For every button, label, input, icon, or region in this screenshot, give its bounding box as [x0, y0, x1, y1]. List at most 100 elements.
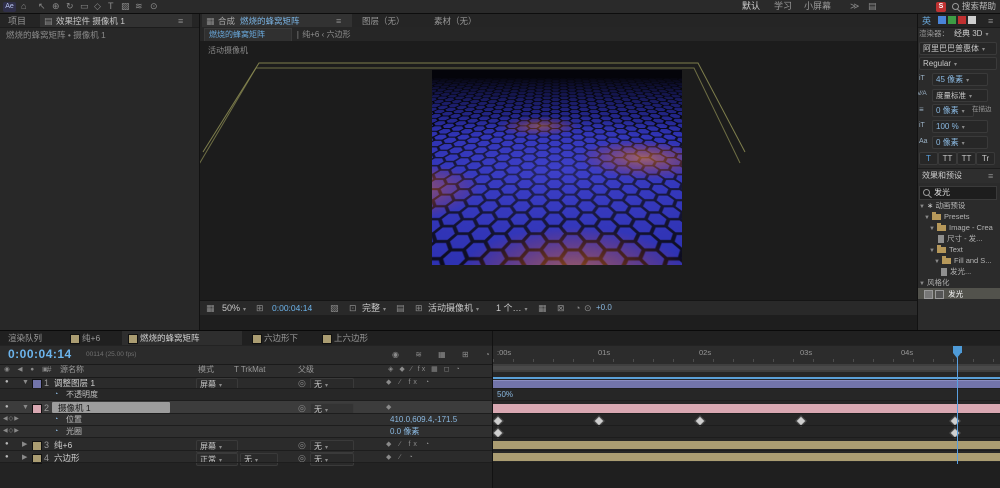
- aperture-stopwatch-icon[interactable]: ◔: [54, 428, 58, 435]
- all-caps-button[interactable]: TT: [957, 152, 976, 165]
- faux-bold-button[interactable]: T: [919, 152, 938, 165]
- font-size-dropdown[interactable]: 45 像素: [932, 73, 988, 86]
- tree-item-size-glow-preset[interactable]: 尺寸 - 发...: [938, 235, 982, 243]
- layer4-mode-dropdown[interactable]: 正常: [196, 453, 238, 466]
- stock-badge[interactable]: S: [936, 2, 946, 12]
- right-panel-menu-icon[interactable]: ≡: [988, 17, 993, 26]
- tab-render-queue[interactable]: 渲染队列: [8, 334, 42, 343]
- col-trkmat[interactable]: T TrkMat: [234, 366, 265, 374]
- opacity-property-name[interactable]: 不透明度: [66, 391, 98, 399]
- tab-layer[interactable]: 图层（无）: [362, 17, 405, 26]
- layer4-parent-dropdown[interactable]: 无: [310, 453, 354, 466]
- aperture-value[interactable]: 0.0 像素: [390, 428, 419, 436]
- layer1-switches[interactable]: ◆ ∕ fx ◔: [386, 379, 432, 386]
- camera-pickwhip-icon[interactable]: ◎: [298, 404, 306, 413]
- timeline-mini-buttons[interactable]: ◉ ≋ ▦ ⊞ ◔: [392, 351, 497, 359]
- aperture-property-name[interactable]: 光圈: [66, 428, 82, 436]
- playhead-handle[interactable]: [953, 346, 962, 353]
- expander-icon[interactable]: ▼: [919, 204, 925, 210]
- layer4-eye-icon[interactable]: ●: [5, 454, 9, 460]
- layer1-eye-icon[interactable]: ●: [5, 379, 9, 385]
- tree-item-animation-presets[interactable]: ▼ ∗ 动画预设: [919, 202, 965, 210]
- expander-icon[interactable]: ▼: [929, 248, 935, 254]
- timeline-ruler[interactable]: [493, 346, 1000, 365]
- layer3-parent-dropdown[interactable]: 无: [310, 440, 354, 453]
- renderer-dropdown[interactable]: 经典 3D: [954, 30, 988, 38]
- workspace-learn[interactable]: 学习: [774, 2, 792, 11]
- search-icon[interactable]: [952, 3, 959, 10]
- resolution-dropdown[interactable]: 完整: [362, 304, 386, 313]
- layer3-mode-dropdown[interactable]: 屏幕: [196, 440, 238, 453]
- tree-item-stylize-category[interactable]: ▼ 风格化: [919, 279, 950, 287]
- position-property-name[interactable]: 位置: [66, 416, 82, 424]
- composition-viewer[interactable]: 活动摄像机: [200, 41, 917, 300]
- search-help-label[interactable]: 搜索帮助: [962, 2, 996, 11]
- tab-solid-plus6[interactable]: 纯+6: [82, 334, 100, 343]
- expander-icon[interactable]: ▼: [919, 281, 925, 287]
- comp-current-time[interactable]: 0:00:04:14: [272, 304, 312, 313]
- pixel-aspect-icons[interactable]: ▦ ⊠ ◔: [538, 304, 584, 313]
- effects-panel-menu-icon[interactable]: ≡: [988, 172, 993, 181]
- camera-expander[interactable]: ▼: [22, 404, 29, 411]
- baseline-dropdown[interactable]: 0 像素: [932, 136, 988, 149]
- opacity-stopwatch-icon[interactable]: ◔: [54, 391, 58, 398]
- vertical-scale-dropdown[interactable]: 100 %: [932, 120, 988, 133]
- tab-project[interactable]: 项目: [8, 17, 26, 26]
- col-mode[interactable]: 模式: [198, 366, 214, 374]
- active-camera-dropdown[interactable]: 活动摄像机: [428, 304, 479, 313]
- aperture-kf-nav[interactable]: ◀◇▶: [3, 428, 20, 434]
- tree-item-image-creative[interactable]: ▼ Image - Crea: [929, 224, 993, 232]
- library-icon-red[interactable]: [958, 16, 966, 24]
- always-preview-icon[interactable]: ▦: [206, 304, 215, 313]
- puppet-tool-icon[interactable]: ⊙: [150, 2, 158, 11]
- tree-item-text[interactable]: ▼ Text: [929, 246, 963, 254]
- faux-italic-button[interactable]: TT: [938, 152, 957, 165]
- layer3-expander[interactable]: ▶: [22, 441, 27, 448]
- roi-transparency-icons[interactable]: ▤ ⊞: [396, 304, 427, 313]
- position-value[interactable]: 410.0,609.4,-171.5: [390, 416, 457, 424]
- workspace-overflow-icon[interactable]: ≫: [850, 2, 859, 11]
- breadcrumb-rest[interactable]: ∣ 纯+6 ‹ 六边形: [296, 31, 350, 39]
- panel-menu-icon[interactable]: ≡: [178, 17, 183, 26]
- list-track-divider[interactable]: [492, 331, 493, 488]
- current-timecode[interactable]: 0:00:04:14: [8, 348, 72, 360]
- expander-icon[interactable]: ▼: [934, 259, 940, 265]
- snapshot-icons[interactable]: ▧ ⊡: [330, 304, 361, 313]
- font-family-dropdown[interactable]: 阿里巴巴普惠体: [919, 42, 997, 55]
- layer3-name[interactable]: 纯+6: [54, 441, 72, 450]
- col-parent[interactable]: 父级: [298, 366, 314, 374]
- zoom-tool-icon[interactable]: ⊕: [52, 2, 60, 11]
- effects-search-input[interactable]: 发光: [934, 189, 950, 197]
- camera-duration-bar[interactable]: [493, 404, 1000, 413]
- roto-tool-icon[interactable]: ≋: [135, 2, 143, 11]
- camera-name[interactable]: 摄像机 1: [58, 404, 91, 413]
- shape-tool-icon[interactable]: ▭: [80, 2, 89, 11]
- exposure-icon[interactable]: ⊙: [584, 304, 592, 313]
- position-stopwatch-icon[interactable]: ◔: [54, 416, 58, 423]
- tree-item-fill-and-stroke[interactable]: ▼ Fill and S...: [934, 257, 992, 265]
- rotate-tool-icon[interactable]: ↻: [66, 2, 74, 11]
- col-source-name[interactable]: 源名称: [60, 366, 84, 374]
- grid-guides-icon[interactable]: ⊞: [256, 304, 264, 313]
- layer3-pickwhip-icon[interactable]: ◎: [298, 441, 306, 450]
- selection-tool-icon[interactable]: ↖: [38, 2, 46, 11]
- tree-item-presets[interactable]: ▼ Presets: [924, 213, 969, 221]
- library-icon-blue[interactable]: [938, 16, 946, 24]
- layer4-expander[interactable]: ▶: [22, 454, 27, 461]
- position-kf-nav[interactable]: ◀◇▶: [3, 416, 20, 422]
- kerning-dropdown[interactable]: 度量标准: [932, 89, 988, 102]
- playhead-line[interactable]: [957, 346, 958, 464]
- layer3-eye-icon[interactable]: ●: [5, 441, 9, 447]
- tab-hex-upper[interactable]: 上六边形: [334, 334, 368, 343]
- layer4-duration-bar[interactable]: [493, 453, 1000, 461]
- layer4-switches[interactable]: ◆ ∕ ◔: [386, 454, 416, 461]
- stroke-width-dropdown[interactable]: 0 像素: [932, 104, 974, 117]
- workspace-menu-icon[interactable]: ▤: [868, 2, 877, 11]
- camera-switches[interactable]: ◆: [386, 404, 391, 411]
- layer1-name[interactable]: 调整图层 1: [54, 379, 95, 388]
- tab-hex-lower[interactable]: 六边形下: [264, 334, 298, 343]
- camera-eye-icon[interactable]: ●: [5, 404, 9, 410]
- workspace-default[interactable]: 默认: [742, 2, 760, 11]
- right-panel-tab[interactable]: 英: [922, 17, 931, 26]
- view-layout-dropdown[interactable]: 1 个…: [496, 304, 528, 313]
